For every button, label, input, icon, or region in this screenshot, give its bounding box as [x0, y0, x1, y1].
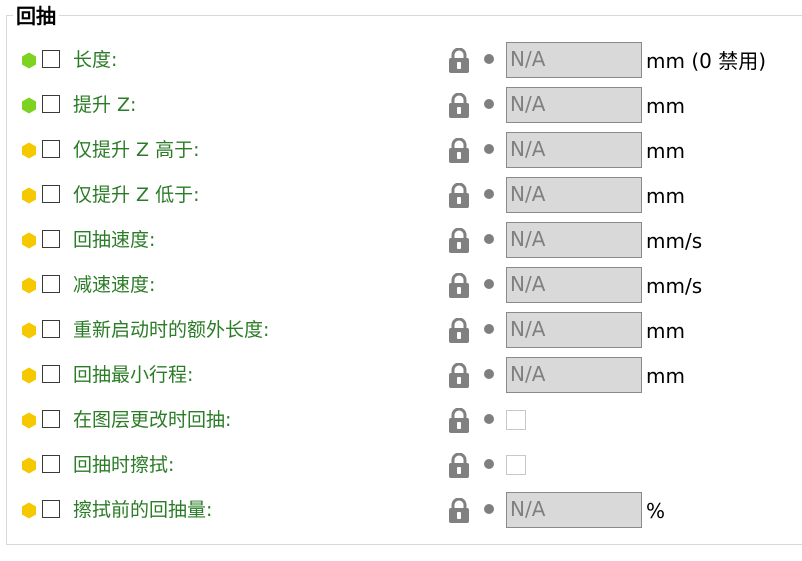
- value-checkbox[interactable]: [506, 455, 526, 475]
- group-title: 回抽: [13, 3, 59, 29]
- lock-icon[interactable]: [448, 273, 470, 299]
- lock-icon[interactable]: [448, 498, 470, 524]
- unit-label: mm: [646, 184, 685, 208]
- dot-icon[interactable]: [484, 369, 494, 379]
- hexagon-icon: [22, 412, 36, 429]
- setting-row: 擦拭前的回抽量: N/A%: [0, 492, 802, 528]
- setting-label: 在图层更改时回抽:: [73, 409, 232, 431]
- row-checkbox[interactable]: [42, 185, 60, 203]
- setting-row: 在图层更改时回抽:: [0, 402, 802, 438]
- setting-label: 回抽速度:: [73, 229, 156, 251]
- row-checkbox[interactable]: [42, 455, 60, 473]
- setting-row: 重新启动时的额外长度: N/A mm: [0, 312, 802, 348]
- lock-icon[interactable]: [448, 228, 470, 254]
- value-field[interactable]: N/A: [506, 267, 642, 303]
- hexagon-icon: [22, 232, 36, 249]
- unit-label: mm: [646, 319, 685, 343]
- setting-label: 减速速度:: [73, 274, 156, 296]
- setting-row: 仅提升 Z 低于: N/A mm: [0, 177, 802, 213]
- row-checkbox[interactable]: [42, 320, 60, 338]
- hexagon-icon: [22, 322, 36, 339]
- unit-label: mm: [646, 139, 685, 163]
- dot-icon[interactable]: [484, 99, 494, 109]
- setting-label: 仅提升 Z 低于:: [73, 184, 200, 206]
- hexagon-icon: [22, 142, 36, 159]
- value-field[interactable]: N/A: [506, 42, 642, 78]
- setting-label: 擦拭前的回抽量:: [73, 499, 213, 521]
- dot-icon[interactable]: [484, 279, 494, 289]
- setting-label: 仅提升 Z 高于:: [73, 139, 200, 161]
- dot-icon[interactable]: [484, 504, 494, 514]
- row-checkbox[interactable]: [42, 275, 60, 293]
- value-field[interactable]: N/A: [506, 357, 642, 393]
- setting-row: 减速速度: N/A mm/s: [0, 267, 802, 303]
- unit-label: mm/s: [646, 229, 703, 253]
- unit-label: %: [646, 499, 666, 523]
- hexagon-icon: [22, 187, 36, 204]
- lock-icon[interactable]: [448, 93, 470, 119]
- value-checkbox[interactable]: [506, 410, 526, 430]
- dot-icon[interactable]: [484, 414, 494, 424]
- lock-icon[interactable]: [448, 363, 470, 389]
- setting-label: 长度:: [73, 49, 118, 71]
- lock-icon[interactable]: [448, 318, 470, 344]
- value-field[interactable]: N/A: [506, 177, 642, 213]
- lock-icon[interactable]: [448, 453, 470, 479]
- setting-label: 回抽时擦拭:: [73, 454, 175, 476]
- row-checkbox[interactable]: [42, 365, 60, 383]
- unit-label: mm (0 禁用): [646, 49, 767, 73]
- lock-icon[interactable]: [448, 408, 470, 434]
- setting-label: 回抽最小行程:: [73, 364, 194, 386]
- dot-icon[interactable]: [484, 234, 494, 244]
- setting-row: 仅提升 Z 高于: N/A mm: [0, 132, 802, 168]
- hexagon-icon: [22, 52, 36, 69]
- setting-row: 回抽速度: N/A mm/s: [0, 222, 802, 258]
- value-field[interactable]: N/A: [506, 222, 642, 258]
- dot-icon[interactable]: [484, 324, 494, 334]
- value-field[interactable]: N/A: [506, 492, 642, 528]
- unit-label: mm: [646, 364, 685, 388]
- lock-icon[interactable]: [448, 183, 470, 209]
- value-field[interactable]: N/A: [506, 87, 642, 123]
- unit-label: mm: [646, 94, 685, 118]
- unit-label: mm/s: [646, 274, 703, 298]
- dot-icon[interactable]: [484, 459, 494, 469]
- value-field[interactable]: N/A: [506, 132, 642, 168]
- lock-icon[interactable]: [448, 48, 470, 74]
- dot-icon[interactable]: [484, 189, 494, 199]
- setting-row: 回抽时擦拭:: [0, 447, 802, 483]
- hexagon-icon: [22, 502, 36, 519]
- row-checkbox[interactable]: [42, 50, 60, 68]
- setting-row: 提升 Z: N/A mm: [0, 87, 802, 123]
- row-checkbox[interactable]: [42, 140, 60, 158]
- hexagon-icon: [22, 457, 36, 474]
- value-field[interactable]: N/A: [506, 312, 642, 348]
- hexagon-icon: [22, 367, 36, 384]
- lock-icon[interactable]: [448, 138, 470, 164]
- setting-row: 长度: N/A mm (0 禁用): [0, 42, 802, 78]
- dot-icon[interactable]: [484, 54, 494, 64]
- hexagon-icon: [22, 97, 36, 114]
- setting-label: 重新启动时的额外长度:: [73, 319, 270, 341]
- row-checkbox[interactable]: [42, 230, 60, 248]
- setting-label: 提升 Z:: [73, 94, 137, 116]
- row-checkbox[interactable]: [42, 95, 60, 113]
- dot-icon[interactable]: [484, 144, 494, 154]
- hexagon-icon: [22, 277, 36, 294]
- setting-row: 回抽最小行程: N/A mm: [0, 357, 802, 393]
- row-checkbox[interactable]: [42, 500, 60, 518]
- row-checkbox[interactable]: [42, 410, 60, 428]
